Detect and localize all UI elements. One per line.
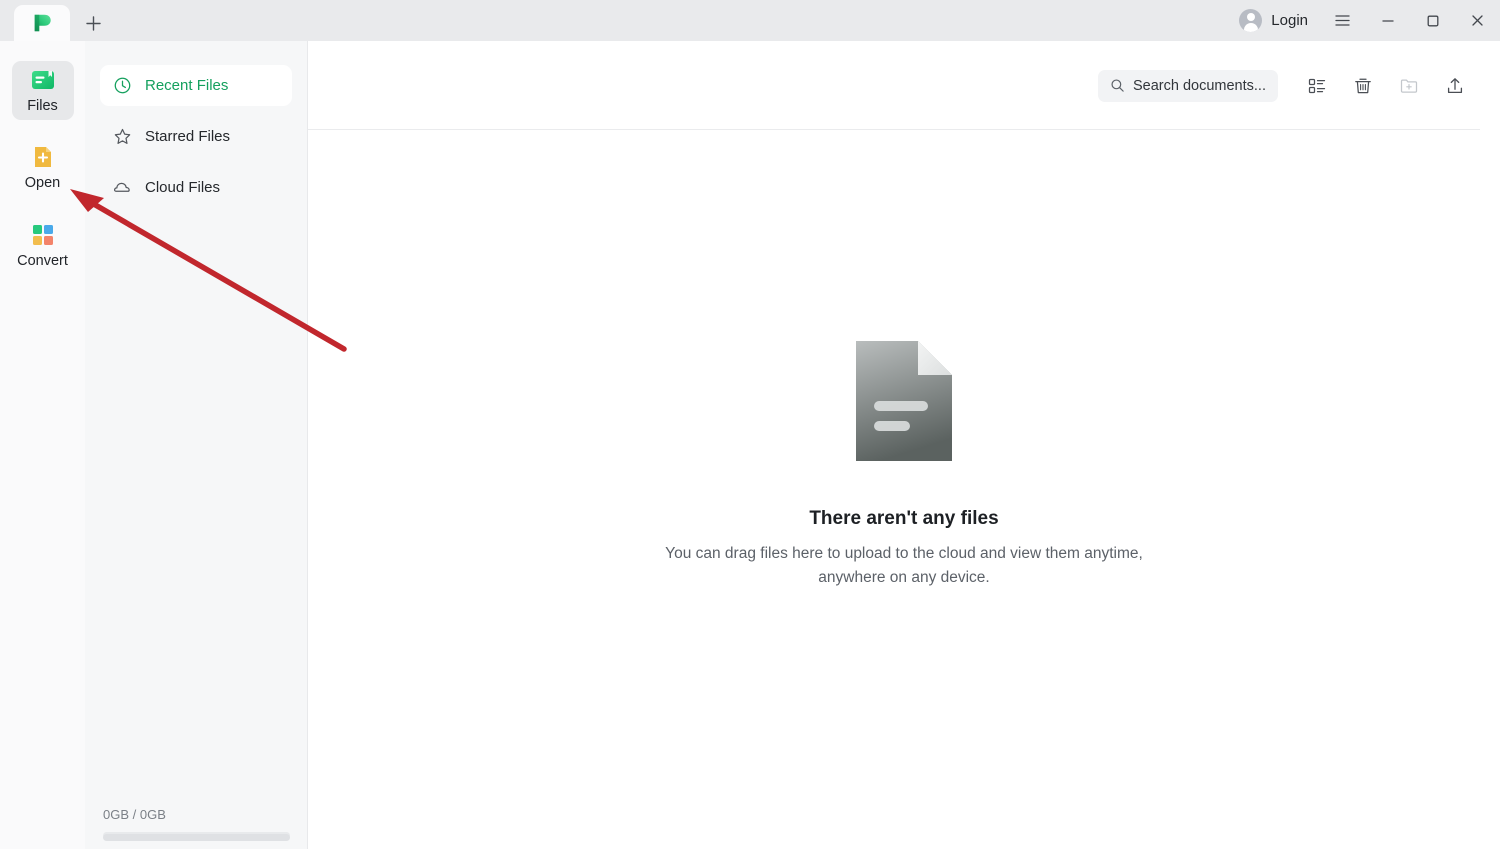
list-view-icon [1308,78,1326,93]
login-button[interactable]: Login [1227,0,1320,41]
close-icon [1472,15,1483,26]
rail-item-files[interactable]: Files [11,61,74,121]
maximize-button[interactable] [1410,0,1455,41]
left-icon-rail: Files Open Convert [0,41,85,849]
tab-strip [0,0,110,41]
rail-item-label: Open [24,175,61,192]
minimize-icon [1381,19,1394,22]
content-toolbar: Search documents... [308,41,1500,130]
empty-state-subtitle: You can drag files here to upload to the… [665,545,1143,587]
new-tab-button[interactable] [76,5,110,41]
clock-icon [114,77,131,94]
list-view-button[interactable] [1294,66,1340,106]
tab-active[interactable] [14,5,70,41]
empty-state-title: There aren't any files [809,508,999,529]
search-placeholder: Search documents... [1133,77,1266,94]
cloud-icon [113,182,130,192]
open-file-plus-icon [34,147,51,168]
minimize-button[interactable] [1365,0,1410,41]
search-input[interactable]: Search documents... [1098,69,1278,102]
maximize-icon [1427,15,1438,26]
document-page-icon [856,341,952,461]
sidebar-item-label: Cloud Files [145,179,221,196]
user-avatar-icon [1239,9,1263,32]
upload-icon [1447,77,1463,93]
rail-item-convert[interactable]: Convert [12,216,74,275]
rail-item-label: Files [27,98,58,114]
application-window: Login Files Open Convert Recent Files St… [0,0,1500,849]
login-label: Login [1271,12,1308,29]
title-bar: Login [0,0,1500,41]
content-area: Search documents... There aren't any fil… [308,41,1500,849]
close-button[interactable] [1455,0,1500,41]
new-folder-icon [1400,78,1418,93]
sidebar-item-starred-files[interactable]: Starred Files [100,116,292,157]
trash-button[interactable] [1340,66,1386,106]
sidebar-item-cloud-files[interactable]: Cloud Files [100,167,292,208]
hamburger-menu-button[interactable] [1320,0,1365,41]
trash-icon [1355,78,1371,93]
storage-label: 0GB / 0GB [103,807,166,822]
search-icon [1111,79,1124,92]
plus-icon [85,15,101,31]
navigation-panel: Recent Files Starred Files Cloud Files 0… [85,41,308,849]
app-logo-green-p-icon [34,14,51,32]
files-document-icon [31,71,54,89]
empty-state: There aren't any files You can drag file… [308,341,1500,590]
rail-item-label: Convert [17,252,68,269]
new-folder-button[interactable] [1386,66,1432,106]
sidebar-item-label: Recent Files [145,77,229,94]
star-icon [114,128,131,144]
window-controls: Login [1227,0,1500,41]
hamburger-menu-icon [1335,15,1350,26]
convert-grid-icon [32,224,53,245]
upload-button[interactable] [1432,66,1478,106]
storage-indicator: 0GB / 0GB [85,807,308,849]
sidebar-item-recent-files[interactable]: Recent Files [100,65,292,106]
horizontal-scrollbar[interactable] [103,834,290,841]
rail-item-open[interactable]: Open [12,138,74,197]
sidebar-item-label: Starred Files [145,128,231,145]
